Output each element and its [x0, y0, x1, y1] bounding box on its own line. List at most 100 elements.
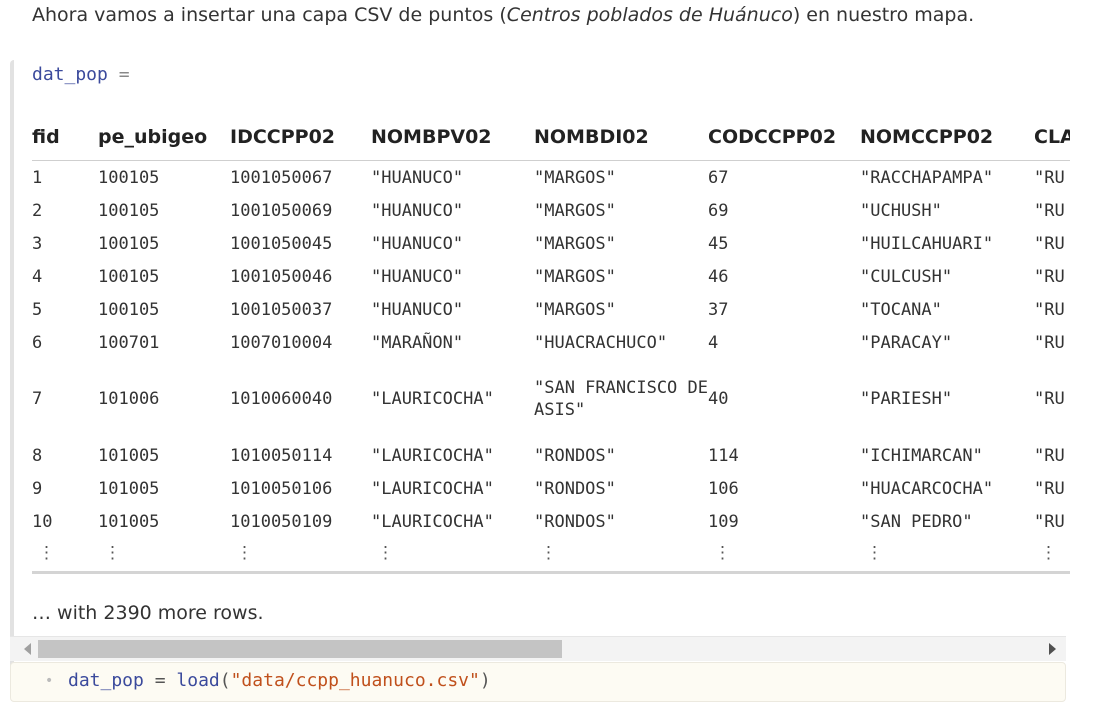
table-row: 1 100105 1001050067 "HUANUCO" "MARGOS" 67 "RAC…: [32, 161, 1070, 195]
table-cell: 45: [708, 233, 729, 254]
table-cell: 5: [32, 299, 43, 320]
table-cell: 37: [708, 299, 729, 320]
table-cell: 100105: [98, 200, 160, 221]
column-header: NOMBDI02: [534, 114, 708, 161]
table-cell: 101005: [98, 511, 160, 532]
table-bottom-rule: [32, 571, 1070, 574]
cell-header: dat_pop =: [32, 64, 130, 86]
table-cell: 109: [708, 511, 739, 532]
table-cell: 7: [32, 389, 43, 409]
table-cell: 101005: [98, 478, 160, 499]
table-cell: "TOCANA": [860, 299, 942, 320]
table-cell: "RONDOS": [534, 511, 616, 532]
table-cell: 67: [708, 167, 729, 188]
table-cell: "MARGOS": [534, 200, 616, 221]
code-paren-open: (: [219, 670, 231, 691]
table-cell: 100701: [98, 332, 160, 353]
table-cell: 1001050067: [230, 167, 333, 188]
ellipsis-cell: ⋮: [104, 543, 121, 563]
table-row: 2 100105 1001050069 "HUANUCO" "MARGOS" 69 "UCH…: [32, 194, 1070, 227]
table-row: 8 101005 1010050114 "LAURICOCHA" "RONDOS" 114…: [32, 439, 1070, 472]
table-cell: 2: [32, 200, 43, 221]
table-cell: 3: [32, 233, 43, 254]
table-cell: 1001050045: [230, 233, 333, 254]
table-cell: "SAN PEDRO": [860, 511, 973, 532]
code-function: load: [176, 670, 220, 691]
code-string-arg: "data/ccpp_huanuco.csv": [230, 670, 480, 691]
table-cell: "LAURICOCHA": [371, 478, 494, 499]
table-cell: "HUILCAHUARI": [860, 233, 994, 254]
table-cell: "CULCUSH": [860, 266, 953, 287]
table-cell: 1: [32, 167, 43, 188]
table-cell: 6: [32, 332, 43, 353]
table-cell: "RU: [1034, 511, 1065, 532]
table-cell: "HUANUCO": [371, 233, 464, 254]
code-line[interactable]: dat_pop = load("data/ccpp_huanuco.csv"): [68, 669, 491, 693]
column-header: IDCCPP02: [230, 114, 371, 161]
table-cell: "MARGOS": [534, 299, 616, 320]
table-cell: 1001050037: [230, 299, 333, 320]
column-header: NOMCCPP02: [860, 114, 1034, 161]
table-cell: "ICHIMARCAN": [860, 445, 983, 466]
table-cell: 1010050114: [230, 445, 333, 466]
table-row: 9 101005 1010050106 "LAURICOCHA" "RONDOS" 106…: [32, 472, 1070, 505]
scrollbar-thumb[interactable]: [38, 640, 562, 658]
table-cell: 101006: [98, 389, 160, 409]
table-cell: "RU: [1034, 167, 1065, 188]
intro-paragraph: Ahora vamos a insertar una capa CSV de p…: [32, 0, 1072, 30]
variable-name[interactable]: dat_pop: [32, 64, 108, 85]
intro-emphasis: Centros poblados de Huánuco: [506, 4, 793, 26]
column-header: pe_ubigeo: [98, 114, 230, 161]
table-cell: "HUACARCOCHA": [860, 478, 994, 499]
scroll-right-arrow-icon[interactable]: [1049, 643, 1056, 655]
table-cell: "RU: [1034, 332, 1065, 353]
table-cell: "MARGOS": [534, 266, 616, 287]
more-rows-note: … with 2390 more rows.: [32, 602, 264, 624]
table-cell: "SAN FRANCISCO DE ASIS": [534, 378, 708, 420]
ellipsis-cell: ⋮: [714, 543, 731, 563]
table-cell: "RU: [1034, 445, 1065, 466]
table-cell: 4: [32, 266, 43, 287]
code-cell[interactable]: • dat_pop = load("data/ccpp_huanuco.csv"…: [10, 662, 1066, 702]
data-table: fid pe_ubigeo IDCCPP02 NOMBPV02 NOMBDI02 CODC…: [32, 114, 1070, 568]
table-cell: 69: [708, 200, 729, 221]
table-cell: 100105: [98, 233, 160, 254]
column-header: CODCCPP02: [708, 114, 860, 161]
table-row: 6 100701 1007010004 "MARAÑON" "HUACRACHUCO" 4…: [32, 326, 1070, 359]
scroll-left-arrow-icon[interactable]: [24, 643, 31, 655]
table-cell: 101005: [98, 445, 160, 466]
table-cell: "RU: [1034, 389, 1065, 409]
table-cell: "LAURICOCHA": [371, 389, 494, 409]
table-viewport[interactable]: fid pe_ubigeo IDCCPP02 NOMBPV02 NOMBDI02 CODC…: [32, 114, 1070, 574]
column-header: NOMBPV02: [371, 114, 534, 161]
table-cell: "MARAÑON": [371, 332, 464, 353]
table-cell: "PARIESH": [860, 389, 953, 409]
table-header-row: fid pe_ubigeo IDCCPP02 NOMBPV02 NOMBDI02 CODC…: [32, 114, 1070, 161]
table-row: 4 100105 1001050046 "HUANUCO" "MARGOS" 46 "CUL…: [32, 260, 1070, 293]
assign-operator: =: [118, 64, 130, 85]
table-cell: "PARACAY": [860, 332, 953, 353]
table-cell: "HUANUCO": [371, 299, 464, 320]
code-operator: =: [154, 670, 166, 691]
table-cell: 1010050106: [230, 478, 333, 499]
table-cell: 100105: [98, 266, 160, 287]
code-variable: dat_pop: [68, 670, 144, 691]
table-row: 10 101005 1010050109 "LAURICOCHA" "RONDOS" 10…: [32, 505, 1070, 538]
table-row: 5 100105 1001050037 "HUANUCO" "MARGOS" 37 "TOC…: [32, 293, 1070, 326]
table-cell: 46: [708, 266, 729, 287]
table-cell: 9: [32, 478, 43, 499]
table-cell: "RU: [1034, 200, 1065, 221]
table-row: 3 100105 1001050045 "HUANUCO" "MARGOS" 45 "HUI…: [32, 227, 1070, 260]
ellipsis-cell: ⋮: [38, 543, 55, 563]
table-cell: "RONDOS": [534, 445, 616, 466]
table-cell: 1007010004: [230, 332, 333, 353]
ellipsis-cell: ⋮: [377, 543, 394, 563]
horizontal-scrollbar[interactable]: [10, 636, 1066, 661]
table-cell: 40: [708, 389, 729, 409]
table-cell: "RU: [1034, 478, 1065, 499]
table-cell: "RU: [1034, 266, 1065, 287]
table-cell: 4: [708, 332, 719, 353]
table-cell: "RU: [1034, 233, 1065, 254]
column-header: CLA: [1034, 114, 1070, 161]
table-cell: "LAURICOCHA": [371, 511, 494, 532]
